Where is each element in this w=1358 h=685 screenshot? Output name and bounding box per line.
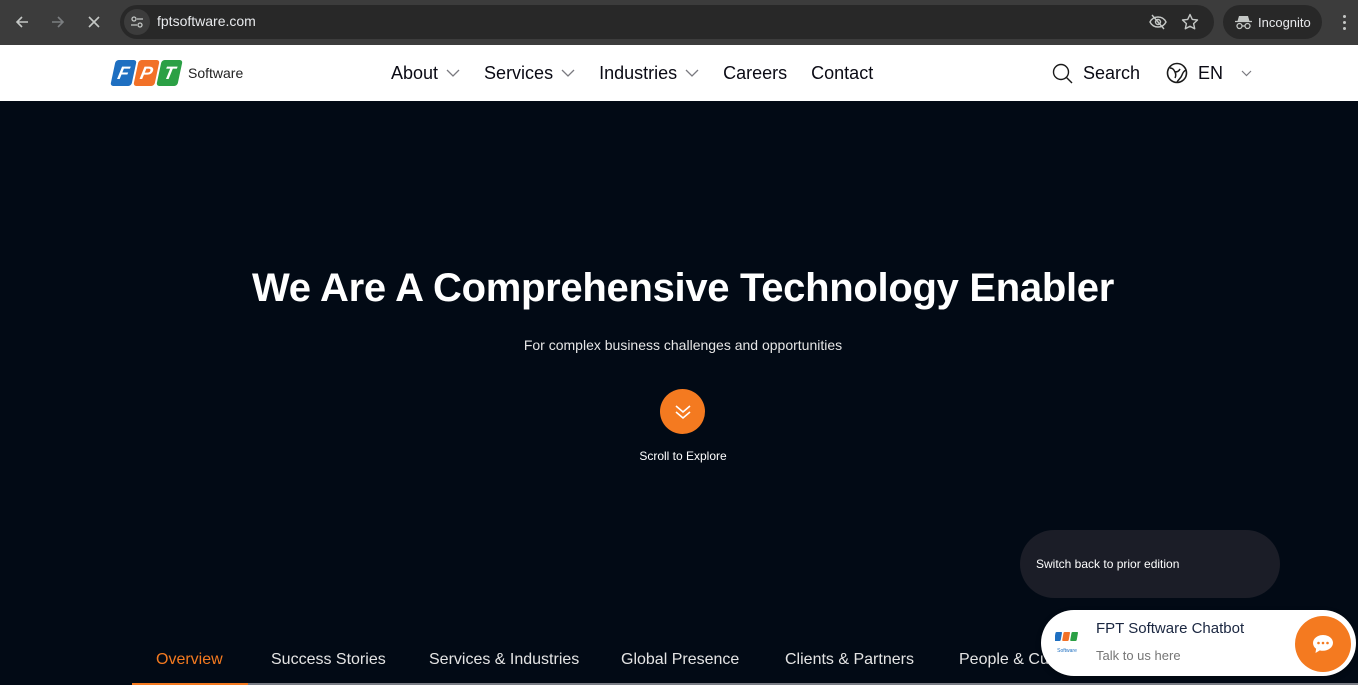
logo-letter-t: T (156, 60, 183, 86)
chat-bubble-icon (1313, 635, 1333, 653)
nav-industries[interactable]: Industries (599, 63, 699, 84)
nav-careers[interactable]: Careers (723, 63, 787, 84)
more-menu-icon (1342, 14, 1346, 18)
chevron-down-icon (685, 69, 699, 77)
nav-services-label: Services (484, 62, 554, 83)
browser-toolbar: fptsoftware.com Incognito (0, 0, 1358, 45)
more-menu-button[interactable] (1334, 12, 1354, 32)
tab-services-industries[interactable]: Services & Industries (429, 651, 579, 669)
nav-about-label: About (391, 62, 439, 83)
language-code: EN (1198, 62, 1224, 83)
double-chevron-down-icon (674, 404, 691, 419)
hero-title: We Are A Comprehensive Technology Enable… (252, 266, 1114, 310)
nav-industries-label: Industries (599, 62, 678, 83)
chatbot-logo: Software (1054, 630, 1079, 656)
hero-subtitle: For complex business challenges and oppo… (523, 337, 843, 353)
nav-contact[interactable]: Contact (811, 63, 873, 84)
back-button[interactable] (10, 10, 34, 34)
main-nav: About Services Industries Careers Contac… (391, 45, 897, 101)
eye-off-icon (1149, 14, 1167, 30)
site-info-button[interactable] (124, 9, 150, 35)
logo-wordmark: Software (188, 65, 244, 81)
stop-loading-button[interactable] (82, 10, 106, 34)
language-selector[interactable]: EN (1166, 45, 1252, 101)
scroll-to-explore-button[interactable] (660, 389, 705, 434)
incognito-label: Incognito (1258, 14, 1311, 30)
search-label: Search (1083, 62, 1141, 83)
tab-success-stories[interactable]: Success Stories (271, 651, 386, 669)
globe-icon (1166, 62, 1188, 84)
chevron-down-icon (1241, 70, 1252, 76)
tab-overview[interactable]: Overview (156, 651, 223, 669)
chatbot-title: FPT Software Chatbot (1096, 620, 1245, 637)
forward-icon (52, 16, 65, 28)
address-bar[interactable]: fptsoftware.com (120, 5, 1214, 39)
tab-global-presence[interactable]: Global Presence (621, 651, 739, 669)
search-icon (1052, 63, 1073, 83)
nav-about[interactable]: About (391, 63, 460, 84)
stop-loading-icon (88, 16, 100, 28)
nav-services[interactable]: Services (484, 63, 575, 84)
chevron-down-icon (561, 69, 575, 77)
tracking-protection-button[interactable] (1148, 12, 1168, 32)
tab-clients-partners[interactable]: Clients & Partners (785, 651, 914, 669)
chatbot-subtitle: Talk to us here (1096, 648, 1181, 663)
nav-contact-label: Contact (811, 62, 874, 83)
bookmark-button[interactable] (1180, 12, 1200, 32)
incognito-icon (1235, 15, 1252, 29)
forward-button[interactable] (46, 10, 70, 34)
chatbot-logo-caption: Software (1057, 648, 1077, 654)
incognito-indicator[interactable]: Incognito (1223, 5, 1322, 39)
chevron-down-icon (446, 69, 460, 77)
site-info-icon (131, 16, 143, 28)
back-icon (15, 16, 28, 28)
bookmark-star-icon (1181, 13, 1199, 30)
logo-letter-p: P (133, 60, 160, 86)
fpt-logo-icon: Software (1054, 632, 1078, 654)
nav-careers-label: Careers (723, 62, 788, 83)
url-text[interactable]: fptsoftware.com (157, 13, 256, 29)
logo-letter-f: F (110, 60, 137, 86)
fpt-software-logo[interactable]: F P T Software (110, 57, 244, 89)
prior-edition-switch-panel: Switch back to prior edition (1020, 530, 1280, 598)
search-button[interactable]: Search (1052, 45, 1140, 101)
prior-edition-label: Switch back to prior edition (1036, 557, 1180, 571)
scroll-label: Scroll to Explore (639, 449, 727, 463)
open-chat-button[interactable] (1295, 616, 1351, 672)
site-header: F P T Software About Services Industries… (0, 45, 1358, 101)
